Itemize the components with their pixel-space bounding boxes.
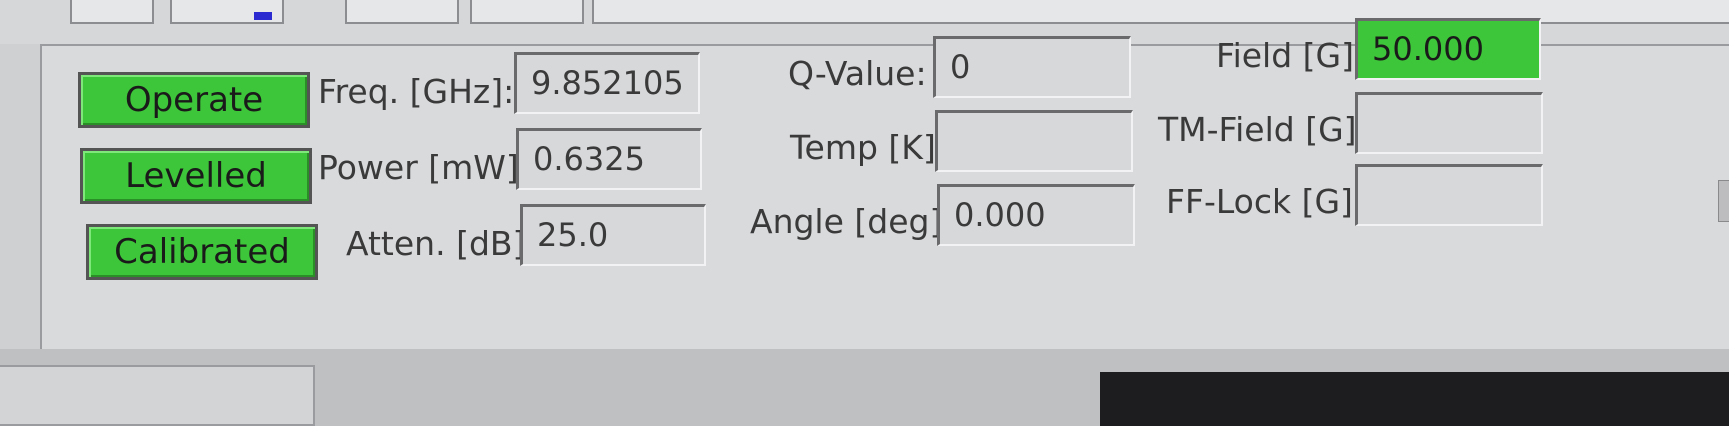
toolbar-button-4[interactable] — [470, 0, 584, 24]
ff-lock-value[interactable] — [1355, 164, 1543, 226]
tm-field-value[interactable] — [1355, 92, 1543, 154]
bottom-tab[interactable] — [0, 365, 315, 426]
temp-field[interactable] — [935, 110, 1133, 172]
freq-field[interactable]: 9.852105 — [514, 52, 700, 114]
freq-label: Freq. [GHz]: — [318, 72, 515, 111]
scrollbar-handle[interactable] — [1718, 180, 1729, 222]
toolbar-button-3[interactable] — [345, 0, 459, 24]
q-value-label: Q-Value: — [788, 54, 927, 93]
screen-bezel — [1100, 372, 1729, 426]
field-value[interactable]: 50.000 — [1355, 18, 1541, 80]
color-swatch-icon — [254, 12, 272, 20]
angle-field[interactable]: 0.000 — [937, 184, 1135, 246]
field-label: Field [G]: — [1216, 36, 1366, 75]
q-value-field[interactable]: 0 — [933, 36, 1131, 98]
temp-label: Temp [K]: — [790, 128, 947, 167]
tm-field-label: TM-Field [G]: — [1158, 110, 1368, 149]
power-label: Power [mW]: — [318, 148, 530, 187]
angle-label: Angle [deg]: — [750, 202, 954, 241]
power-field[interactable]: 0.6325 — [516, 128, 702, 190]
toolbar-button-1[interactable] — [70, 0, 154, 24]
atten-field[interactable]: 25.0 — [520, 204, 706, 266]
calibrated-indicator[interactable]: Calibrated — [86, 224, 318, 280]
operate-indicator[interactable]: Operate — [78, 72, 310, 128]
toolbar-button-2[interactable] — [170, 0, 284, 24]
atten-label: Atten. [dB]: — [346, 224, 537, 263]
ff-lock-label: FF-Lock [G]: — [1166, 182, 1365, 221]
levelled-indicator[interactable]: Levelled — [80, 148, 312, 204]
toolbar-button-5[interactable] — [592, 0, 1729, 24]
